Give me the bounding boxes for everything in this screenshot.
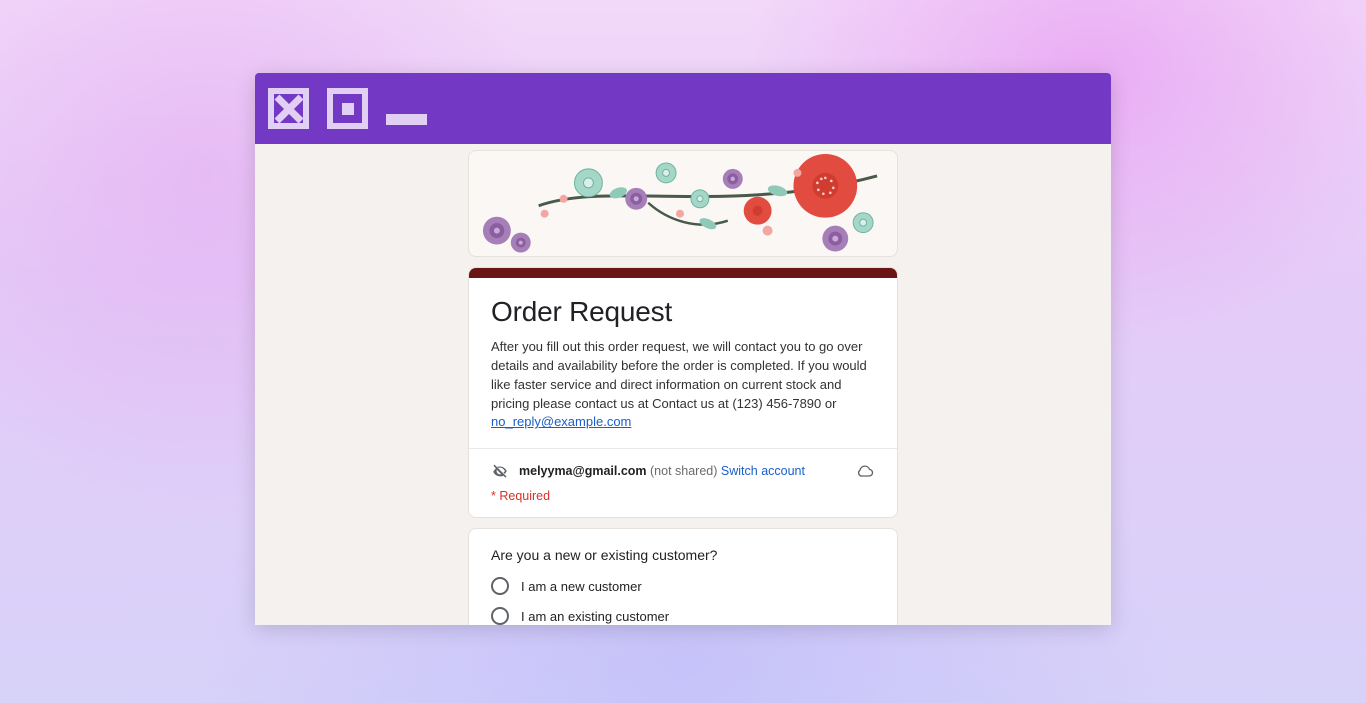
required-indicator: * Required	[469, 489, 897, 517]
window-content: Order Request After you fill out this or…	[255, 144, 1111, 625]
form-title: Order Request	[491, 296, 875, 328]
question-card-customer-type: Are you a new or existing customer? I am…	[468, 528, 898, 625]
form-description-text: After you fill out this order request, w…	[491, 339, 867, 411]
account-row: melyyma@gmail.com (not shared) Switch ac…	[469, 448, 897, 489]
form-banner	[468, 150, 898, 257]
account-email: melyyma@gmail.com	[519, 464, 647, 478]
radio-label: I am an existing customer	[521, 609, 669, 624]
radio-option-existing-customer[interactable]: I am an existing customer	[491, 607, 875, 625]
radio-label: I am a new customer	[521, 579, 642, 594]
cloud-icon	[855, 461, 875, 481]
close-button[interactable]	[268, 88, 309, 129]
switch-account-link[interactable]: Switch account	[721, 464, 805, 478]
form-description: After you fill out this order request, w…	[491, 338, 875, 432]
accent-bar	[469, 268, 897, 278]
minimize-button[interactable]	[386, 88, 427, 129]
form-header-card: Order Request After you fill out this or…	[468, 267, 898, 518]
contact-email-link[interactable]: no_reply@example.com	[491, 414, 631, 429]
desktop-background: Order Request After you fill out this or…	[0, 0, 1366, 703]
close-icon	[274, 94, 303, 123]
radio-icon	[491, 577, 509, 595]
account-not-shared: (not shared)	[650, 464, 717, 478]
eye-off-icon	[491, 462, 509, 480]
question-title: Are you a new or existing customer?	[491, 547, 875, 563]
titlebar	[255, 73, 1111, 144]
radio-icon	[491, 607, 509, 625]
flower-illustration	[469, 151, 897, 257]
form-column: Order Request After you fill out this or…	[468, 150, 898, 625]
maximize-button[interactable]	[327, 88, 368, 129]
radio-option-new-customer[interactable]: I am a new customer	[491, 577, 875, 595]
app-window: Order Request After you fill out this or…	[255, 73, 1111, 625]
maximize-icon	[342, 103, 354, 115]
